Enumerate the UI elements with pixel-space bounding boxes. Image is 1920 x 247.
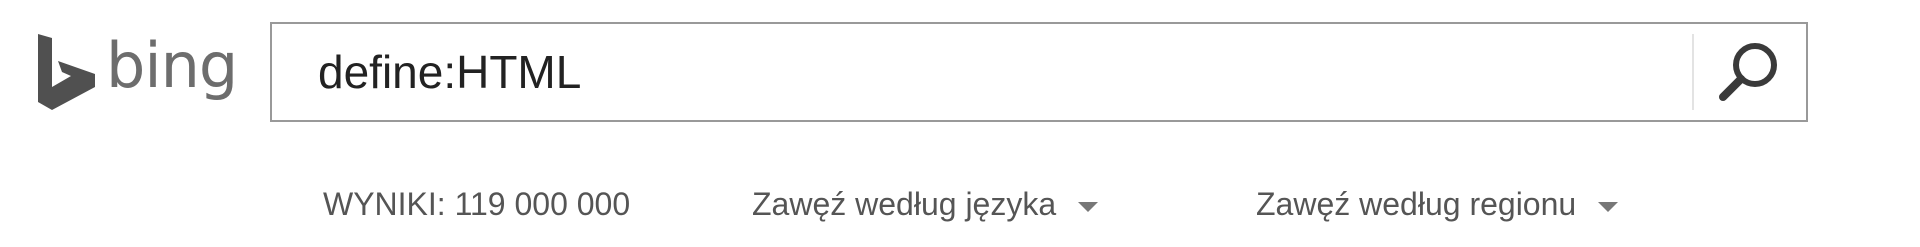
bing-wordmark: bing [106, 29, 238, 102]
filter-language-dropdown[interactable]: Zawęź według języka [752, 186, 1099, 223]
search-box [270, 22, 1808, 122]
search-input[interactable] [272, 24, 1692, 120]
bing-b-icon [38, 34, 95, 110]
bing-logo[interactable]: bing [36, 29, 238, 112]
caret-down-icon [1078, 201, 1099, 212]
filter-language-label: Zawęź według języka [752, 186, 1057, 222]
search-icon [1719, 43, 1777, 101]
results-count: WYNIKI: 119 000 000 [323, 186, 631, 222]
filter-region-dropdown[interactable]: Zawęź według regionu [1256, 186, 1619, 223]
caret-down-icon [1598, 201, 1619, 212]
filter-region-label: Zawęź według regionu [1256, 186, 1577, 222]
search-button[interactable] [1694, 24, 1806, 120]
